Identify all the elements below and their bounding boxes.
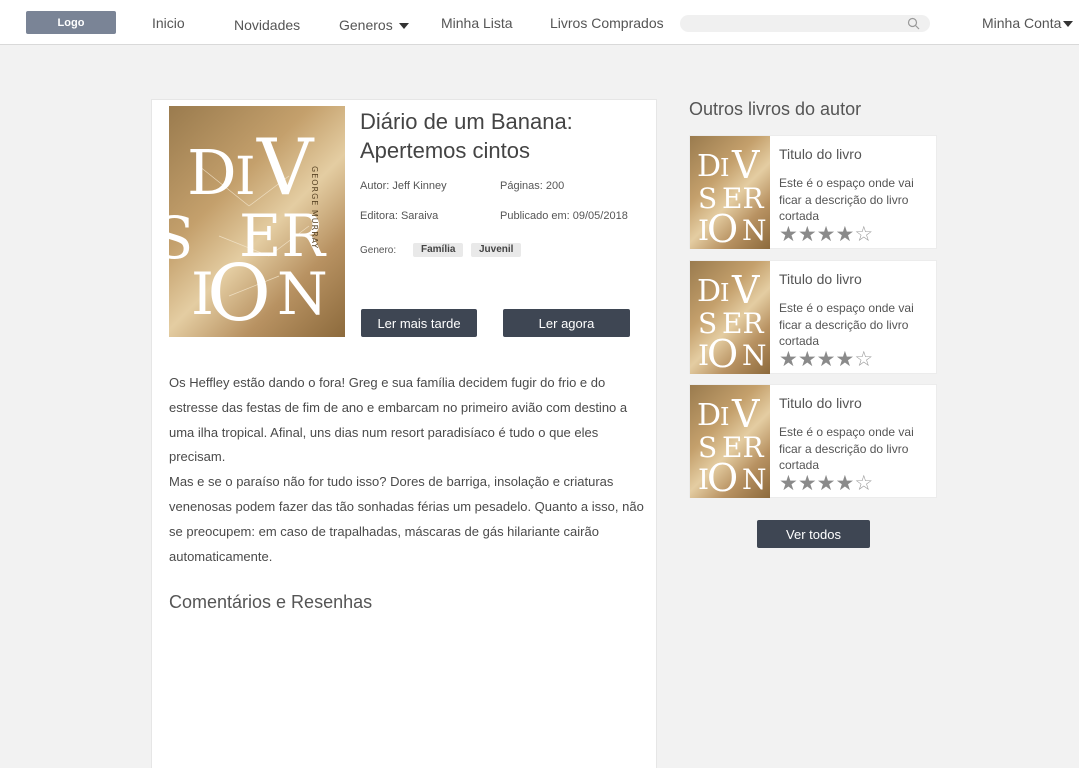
svg-text:N: N bbox=[742, 463, 767, 496]
star-icon: ★ bbox=[779, 348, 798, 371]
svg-text:V: V bbox=[731, 268, 760, 312]
book-cover-art: D I V ER S I O N GEORGE MURRAY bbox=[169, 123, 328, 337]
nav-item-novidades[interactable]: Novidades bbox=[234, 17, 300, 33]
read-later-button[interactable]: Ler mais tarde bbox=[361, 309, 477, 337]
star-icon: ★ bbox=[797, 223, 817, 246]
nav-item-livros-comprados[interactable]: Livros Comprados bbox=[550, 15, 664, 31]
related-book-title: Titulo do livro bbox=[779, 146, 862, 162]
star-icon: ★ bbox=[835, 348, 855, 371]
nav-item-inicio[interactable]: Inicio bbox=[152, 15, 185, 31]
logo[interactable]: Logo bbox=[26, 11, 116, 34]
star-icon: ★ bbox=[779, 223, 798, 246]
cover-letter-i: I bbox=[235, 147, 256, 207]
cover-author: GEORGE MURRAY bbox=[310, 166, 319, 249]
star-icon: ★ bbox=[797, 348, 817, 371]
svg-text:D: D bbox=[697, 274, 721, 309]
related-book-title: Titulo do livro bbox=[779, 271, 862, 287]
svg-text:N: N bbox=[742, 339, 767, 372]
see-all-button[interactable]: Ver todos bbox=[757, 520, 870, 548]
star-icon: ★ bbox=[835, 223, 855, 246]
related-book-title: Titulo do livro bbox=[779, 395, 862, 411]
genre-tag[interactable]: Juvenil bbox=[471, 243, 522, 257]
description-paragraph: Os Heffley estão dando o fora! Greg e su… bbox=[169, 375, 628, 465]
book-title: Diário de um Banana: Apertemos cintos bbox=[360, 109, 573, 163]
related-book-cover-art: DI V ERS IO N bbox=[697, 268, 767, 374]
description-paragraph: Mas e se o paraíso não for tudo isso? Do… bbox=[169, 474, 644, 564]
comments-section-title: Comentários e Resenhas bbox=[169, 592, 373, 612]
rating-stars: ★★★★☆ bbox=[779, 349, 873, 371]
star-icon: ★ bbox=[816, 348, 836, 371]
book-description: Os Heffley estão dando o fora! Greg e su… bbox=[169, 371, 654, 569]
svg-text:I: I bbox=[720, 154, 729, 182]
svg-text:D: D bbox=[697, 149, 721, 184]
account-menu-label: Minha Conta bbox=[982, 15, 1062, 31]
search-input[interactable] bbox=[680, 15, 930, 32]
svg-text:N: N bbox=[742, 214, 767, 247]
star-icon: ★ bbox=[816, 223, 836, 246]
cover-letter-v: V bbox=[256, 123, 315, 213]
related-book-description: Este é o espaço onde vai ficar a descriç… bbox=[779, 301, 914, 348]
related-book-card[interactable]: DIV ER S ION Titulo do livro Este é o esp… bbox=[689, 260, 937, 374]
cover-letter-n: N bbox=[277, 260, 328, 328]
nav-item-generos-label: Generos bbox=[339, 17, 393, 33]
star-outline-icon: ☆ bbox=[854, 472, 874, 495]
book-published-date: Publicado em: 09/05/2018 bbox=[500, 210, 628, 222]
related-book-description: Este é o espaço onde vai ficar a descriç… bbox=[779, 425, 914, 472]
book-publisher: Editora: Saraiva bbox=[360, 210, 439, 222]
account-menu[interactable]: Minha Conta bbox=[982, 15, 1074, 31]
star-outline-icon: ☆ bbox=[854, 348, 874, 371]
related-book-card[interactable]: DIV ER S ION Titulo do livro Este é o esp… bbox=[689, 135, 937, 249]
book-author: Autor: Jeff Kinney bbox=[360, 180, 447, 192]
genre-label: Genero: bbox=[360, 245, 397, 256]
cover-letter-d: D bbox=[187, 136, 237, 209]
related-book-cover-art: DI V ERS IO N bbox=[697, 392, 767, 498]
star-icon: ★ bbox=[835, 472, 855, 495]
svg-text:I: I bbox=[720, 403, 729, 431]
nav-item-minha-lista[interactable]: Minha Lista bbox=[441, 15, 513, 31]
book-pages: Páginas: 200 bbox=[500, 180, 565, 192]
related-book-cover: DIV ER S ION bbox=[690, 136, 770, 249]
svg-text:I: I bbox=[720, 279, 729, 307]
read-now-button[interactable]: Ler agora bbox=[503, 309, 630, 337]
svg-text:D: D bbox=[697, 398, 721, 433]
star-icon: ★ bbox=[797, 472, 817, 495]
related-book-cover: DIV ER S ION bbox=[690, 385, 770, 498]
svg-text:V: V bbox=[731, 392, 760, 436]
svg-text:O: O bbox=[707, 456, 738, 498]
related-book-card[interactable]: DIV ER S ION Titulo do livro Este é o esp… bbox=[689, 384, 937, 498]
chevron-down-icon bbox=[398, 23, 409, 30]
book-cover: D I V ER S I O N GEORGE MURRAY bbox=[169, 106, 345, 337]
svg-text:O: O bbox=[707, 332, 738, 374]
rating-stars: ★★★★☆ bbox=[779, 473, 873, 495]
nav-item-generos[interactable]: Generos bbox=[339, 17, 409, 33]
related-book-description: Este é o espaço onde vai ficar a descriç… bbox=[779, 176, 914, 223]
star-outline-icon: ☆ bbox=[854, 223, 874, 246]
star-icon: ★ bbox=[816, 472, 836, 495]
star-icon: ★ bbox=[779, 472, 798, 495]
search-icon[interactable] bbox=[907, 17, 920, 30]
other-books-title: Outros livros do autor bbox=[689, 99, 862, 119]
related-book-cover: DIV ER S ION bbox=[690, 261, 770, 374]
svg-text:O: O bbox=[707, 207, 738, 249]
svg-text:V: V bbox=[731, 143, 760, 187]
rating-stars: ★★★★☆ bbox=[779, 224, 873, 246]
chevron-down-icon bbox=[1063, 21, 1074, 28]
genre-tag[interactable]: Família bbox=[413, 243, 464, 257]
top-navbar: Logo Inicio Novidades Generos Minha List… bbox=[0, 0, 1079, 45]
cover-letter-o: O bbox=[207, 249, 271, 337]
related-book-cover-art: DI V ERS IO N bbox=[697, 143, 767, 249]
